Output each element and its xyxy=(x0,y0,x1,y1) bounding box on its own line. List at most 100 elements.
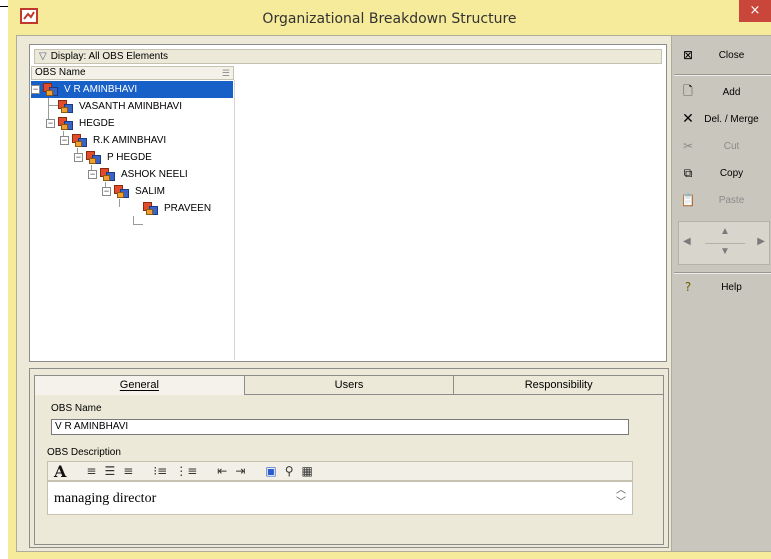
tree-node-label: V R AMINBHAVI xyxy=(64,84,138,95)
align-center-icon[interactable]: ☰ xyxy=(104,464,115,478)
title-bar[interactable]: Organizational Breakdown Structure × xyxy=(8,0,771,34)
new-document-icon: 🗋 xyxy=(683,83,693,98)
close-button[interactable]: ⊠ Close xyxy=(674,43,771,67)
toolbar-separator xyxy=(674,272,771,274)
add-button[interactable]: 🗋 Add xyxy=(674,80,771,104)
obs-tree-panel: ▽ Display: All OBS Elements OBS Name ☰ −… xyxy=(29,44,667,362)
column-header-obs-name[interactable]: OBS Name ☰ xyxy=(31,66,234,80)
tree-node[interactable]: − ASHOK NEELI xyxy=(88,166,188,183)
obs-window: Organizational Breakdown Structure × ▽ Di… xyxy=(8,0,771,559)
general-tab-body: OBS Name V R AMINBHAVI OBS Description A… xyxy=(34,395,664,545)
side-toolbar: ⊠ Close 🗋 Add ✕ Del. / Merge ✂ Cut ⧉ Cop… xyxy=(671,36,771,551)
insert-link-icon[interactable]: ⚲ xyxy=(285,464,294,478)
cut-button[interactable]: ✂ Cut xyxy=(674,134,771,158)
details-tabs: General Users Responsibility xyxy=(34,375,665,395)
copy-button[interactable]: ⧉ Copy xyxy=(674,161,771,185)
align-left-icon[interactable]: ≡ xyxy=(86,464,96,478)
column-filter-icon[interactable]: ☰ xyxy=(222,67,230,79)
cut-button-label: Cut xyxy=(723,140,740,152)
obs-node-icon xyxy=(100,167,116,182)
close-button-label: Close xyxy=(718,49,745,61)
collapse-triangle-icon: ▽ xyxy=(39,51,47,62)
indent-increase-icon[interactable]: ⇥ xyxy=(235,464,245,478)
tab-users[interactable]: Users xyxy=(244,375,455,395)
copy-icon: ⧉ xyxy=(683,165,693,180)
collapse-icon[interactable]: − xyxy=(46,119,55,128)
obs-node-icon xyxy=(72,133,88,148)
tab-responsibility-label: Responsibility xyxy=(524,379,593,391)
paste-icon: 📋 xyxy=(680,193,696,207)
move-down-icon[interactable]: ▼ xyxy=(715,246,735,257)
tab-responsibility[interactable]: Responsibility xyxy=(454,375,665,395)
tree-node-label: SALIM xyxy=(135,186,166,197)
collapse-icon[interactable]: − xyxy=(102,187,111,196)
window-title: Organizational Breakdown Structure xyxy=(262,11,517,27)
font-icon[interactable]: A xyxy=(54,462,66,481)
add-button-label: Add xyxy=(722,86,741,98)
toolbar-separator xyxy=(674,74,771,76)
tree-node-label: VASANTH AMINBHAVI xyxy=(79,101,182,112)
insert-image-icon[interactable]: ▣ xyxy=(265,464,276,478)
collapse-icon[interactable]: − xyxy=(31,85,40,94)
tree-node[interactable]: − V R AMINBHAVI xyxy=(31,81,233,98)
obs-description-editor[interactable]: managing director ︿ ﹀ xyxy=(47,481,633,515)
display-filter-label: Display: All OBS Elements xyxy=(50,51,168,62)
obs-node-icon xyxy=(58,116,74,131)
obs-description-text: managing director xyxy=(54,491,157,506)
window-close-icon[interactable]: × xyxy=(739,0,771,22)
help-icon: ? xyxy=(684,280,692,294)
bullet-list-icon[interactable]: ⁝≡ xyxy=(153,464,167,478)
numbered-list-icon[interactable]: ⋮≡ xyxy=(175,464,197,478)
tree-node[interactable]: − P HEGDE xyxy=(74,149,152,166)
delete-merge-button[interactable]: ✕ Del. / Merge xyxy=(674,107,771,131)
move-left-icon[interactable]: ◀ xyxy=(683,236,691,247)
column-header-label: OBS Name xyxy=(35,67,86,78)
details-panel: General Users Responsibility OBS Name V … xyxy=(29,368,669,548)
tree-node-label: HEGDE xyxy=(79,118,115,129)
client-area: ▽ Display: All OBS Elements OBS Name ☰ −… xyxy=(16,35,771,552)
obs-node-icon xyxy=(143,201,159,216)
tree-node[interactable]: VASANTH AMINBHAVI xyxy=(58,98,182,115)
tree-node[interactable]: − SALIM xyxy=(102,183,165,200)
help-button[interactable]: ? Help xyxy=(674,275,771,299)
obs-node-icon xyxy=(58,99,74,114)
tree-node-label: PRAVEEN xyxy=(164,203,212,214)
insert-table-icon[interactable]: ▦ xyxy=(302,464,313,478)
help-button-label: Help xyxy=(721,281,742,293)
display-filter-bar[interactable]: ▽ Display: All OBS Elements xyxy=(34,49,662,64)
move-arrows-pad: ▲ ◀ ▶ ▼ xyxy=(678,221,770,265)
tree-node-label: P HEGDE xyxy=(107,152,152,163)
arrow-pad-divider xyxy=(705,243,745,244)
tree-node[interactable]: − HEGDE xyxy=(46,115,115,132)
paste-button[interactable]: 📋 Paste xyxy=(674,188,771,212)
obs-name-label: OBS Name xyxy=(51,403,102,414)
copy-button-label: Copy xyxy=(719,167,744,179)
obs-tree: − V R AMINBHAVI VASANTH AMINBHAVI − HEGD… xyxy=(30,81,660,357)
move-up-icon[interactable]: ▲ xyxy=(715,226,735,237)
delete-x-icon: ✕ xyxy=(682,111,694,127)
tab-users-label: Users xyxy=(334,379,364,391)
obs-name-input[interactable]: V R AMINBHAVI xyxy=(51,419,629,435)
tree-node-label: ASHOK NEELI xyxy=(121,169,188,180)
obs-node-icon xyxy=(114,184,130,199)
obs-node-icon xyxy=(43,82,59,97)
align-right-icon[interactable]: ≡ xyxy=(123,464,133,478)
tree-node[interactable]: PRAVEEN xyxy=(143,200,211,217)
collapse-icon[interactable]: − xyxy=(88,170,97,179)
delete-merge-button-label: Del. / Merge xyxy=(704,113,759,125)
collapse-icon[interactable]: − xyxy=(74,153,83,162)
close-window-icon: ⊠ xyxy=(682,48,694,62)
move-right-icon[interactable]: ▶ xyxy=(757,236,765,247)
tab-general[interactable]: General xyxy=(34,375,245,395)
tree-connector xyxy=(133,224,143,225)
scissors-icon: ✂ xyxy=(682,139,694,153)
paste-button-label: Paste xyxy=(718,194,745,206)
description-scroll-arrows[interactable]: ︿ ﹀ xyxy=(616,485,626,509)
tree-connector xyxy=(119,199,120,207)
indent-decrease-icon[interactable]: ⇤ xyxy=(217,464,227,478)
rich-text-toolbar: A ≡ ☰ ≡ ⁝≡ ⋮≡ ⇤ ⇥ ▣ ⚲ ▦ xyxy=(47,461,633,481)
collapse-icon[interactable]: − xyxy=(60,136,69,145)
tree-node[interactable]: − R.K AMINBHAVI xyxy=(60,132,166,149)
tree-node-label: R.K AMINBHAVI xyxy=(93,135,167,146)
tab-general-label: General xyxy=(119,379,159,391)
